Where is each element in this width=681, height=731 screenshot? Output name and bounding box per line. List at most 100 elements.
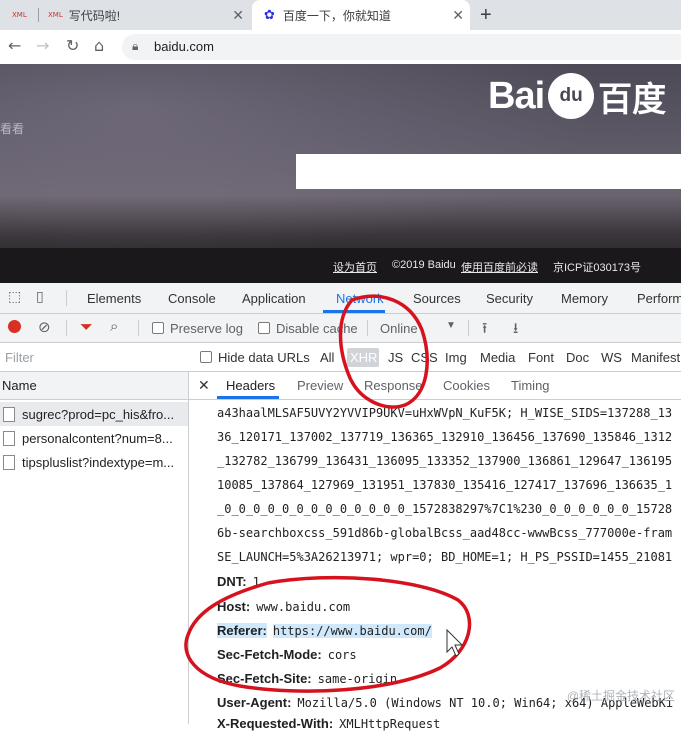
import-har-icon[interactable]: ⭱ [482,318,487,343]
request-row-selected[interactable]: sugrec?prod=pc_his&fro... [0,402,188,426]
header-row-referer: Referer: https://www.baidu.com/ [217,623,432,638]
throttling-select[interactable]: Online [380,321,418,336]
filter-type-js[interactable]: JS [388,350,403,365]
filter-type-ws[interactable]: WS [601,350,622,365]
header-row-host: Host: www.baidu.com [217,599,350,614]
baidu-logo: Bai du 百度 [488,66,666,126]
close-icon[interactable]: ✕ [198,377,210,394]
tab-console[interactable]: Console [168,291,216,306]
tab-security[interactable]: Security [486,291,533,306]
set-home-link[interactable]: 设为首页 [333,259,377,275]
tab-preview[interactable]: Preview [297,378,343,393]
divider [138,320,139,336]
header-key: DNT: [217,574,247,589]
tab-elements[interactable]: Elements [87,291,141,306]
filter-type-xhr[interactable]: XHR [350,350,377,365]
name-header-label: Name [2,378,37,393]
file-icon [3,431,15,446]
page-viewport: Bai du 百度 看看 设为首页 ©2019 Baidu 使用百度前必读 京I… [0,64,681,283]
address-bar[interactable]: 🔒︎ baidu.com [122,34,681,60]
tab-separator [38,8,39,22]
plus-icon: + [480,3,492,26]
xml-file-icon: XML [12,11,27,19]
filter-type-manifest[interactable]: Manifest [631,350,680,365]
filter-type-all[interactable]: All [320,350,334,365]
clear-icon[interactable]: ⊘ [38,318,51,336]
active-tab-indicator [217,396,279,399]
tab-performance[interactable]: Perform [637,291,681,306]
page-footer: 设为首页 ©2019 Baidu 使用百度前必读 京ICP证030173号 [0,248,681,283]
close-tab-icon[interactable]: ✕ [232,7,244,24]
header-value: https://www.baidu.com/ [272,624,432,638]
search-icon[interactable]: ⌕ [110,317,118,335]
header-value: www.baidu.com [256,600,351,614]
checkbox[interactable] [258,322,270,334]
tab-network[interactable]: Network [336,291,384,306]
tab-memory[interactable]: Memory [561,291,608,306]
checkbox[interactable] [200,351,212,363]
lock-icon: 🔒︎ [132,39,139,53]
xml-file-icon: XML [48,11,63,19]
filter-type-media[interactable]: Media [480,350,515,365]
tab-application[interactable]: Application [242,291,306,306]
tab-title: 写代码啦! [68,8,121,23]
header-row-sec-fetch-mode: Sec-Fetch-Mode: cors [217,647,357,662]
request-name: sugrec?prod=pc_his&fro... [22,407,175,422]
tab-sources[interactable]: Sources [413,291,461,306]
browser-tab-strip: XML XML 写代码啦! ✕ ✿ 百度一下，你就知道 ✕ + [0,0,681,30]
file-icon [3,455,15,470]
header-key: Sec-Fetch-Site: [217,671,312,686]
tab-cookies[interactable]: Cookies [443,378,490,393]
home-icon[interactable]: ⌂ [94,36,104,55]
browser-toolbar: ← → ↻ ⌂ 🔒︎ baidu.com [0,30,681,65]
logo-text-latin: Bai [488,74,545,117]
tab-response[interactable]: Response [364,378,423,393]
inspect-element-icon[interactable]: ⬚ [8,289,21,305]
request-list: Name sugrec?prod=pc_his&fro... personalc… [0,372,189,724]
baidu-paw-icon: du [548,73,595,119]
export-har-icon[interactable]: ⭳ [513,318,518,343]
request-row[interactable]: tipspluslist?indextype=m... [0,450,188,474]
header-row-sec-fetch-site: Sec-Fetch-Site: same-origin [217,671,397,686]
browser-tab[interactable]: XML 写代码啦! ✕ [40,0,250,30]
filter-type-font[interactable]: Font [528,350,554,365]
chevron-down-icon[interactable]: ▼ [446,320,456,331]
header-value: same-origin [317,672,398,686]
header-value: XMLHttpRequest [339,717,441,731]
request-name: personalcontent?num=8... [22,431,173,446]
filter-type-img[interactable]: Img [445,350,467,365]
tab-timing[interactable]: Timing [511,378,550,393]
reload-icon[interactable]: ↻ [66,36,79,55]
filter-type-css[interactable]: CSS [411,350,438,365]
cookie-line: _0_0_0_0_0_0_0_0_0_0_0_0_0_1572838297%7C… [217,502,673,516]
logo-text-cn: 百度 [598,80,667,119]
filter-input[interactable]: Filter [5,350,34,365]
tab-headers[interactable]: Headers [226,378,275,393]
throttling-value: Online [380,321,418,336]
terms-link[interactable]: 使用百度前必读 [461,259,538,275]
hide-data-urls-label: Hide data URLs [218,350,310,365]
hide-data-urls-checkbox[interactable]: Hide data URLs [200,350,310,365]
devtools-tab-bar: ⬚ ▯ Elements Console Application Network… [0,283,681,314]
file-icon [3,407,15,422]
name-column-header[interactable]: Name [0,372,188,400]
preserve-log-checkbox[interactable]: Preserve log [152,321,243,336]
checkbox[interactable] [152,322,164,334]
forward-arrow-icon[interactable]: → [36,36,49,55]
browser-tab[interactable]: XML [0,0,36,30]
request-row[interactable]: personalcontent?num=8... [0,426,188,450]
active-tab-indicator [323,310,385,313]
cookie-line: 6b-searchboxcss_591d86b-globalBcss_aad48… [217,526,673,540]
divider [468,320,469,336]
close-tab-icon[interactable]: ✕ [452,7,464,24]
disable-cache-checkbox[interactable]: Disable cache [258,321,358,336]
record-icon[interactable] [8,320,21,333]
browser-tab-active[interactable]: ✿ 百度一下，你就知道 ✕ [252,0,470,30]
filter-funnel-icon[interactable]: ⏷ [80,317,93,337]
back-arrow-icon[interactable]: ← [8,36,21,55]
detail-tab-bar: ✕ Headers Preview Response Cookies Timin… [189,372,681,400]
new-tab-button[interactable]: + [476,0,500,30]
filter-type-doc[interactable]: Doc [566,350,589,365]
device-toolbar-icon[interactable]: ▯ [36,289,44,305]
search-input[interactable] [296,154,681,189]
